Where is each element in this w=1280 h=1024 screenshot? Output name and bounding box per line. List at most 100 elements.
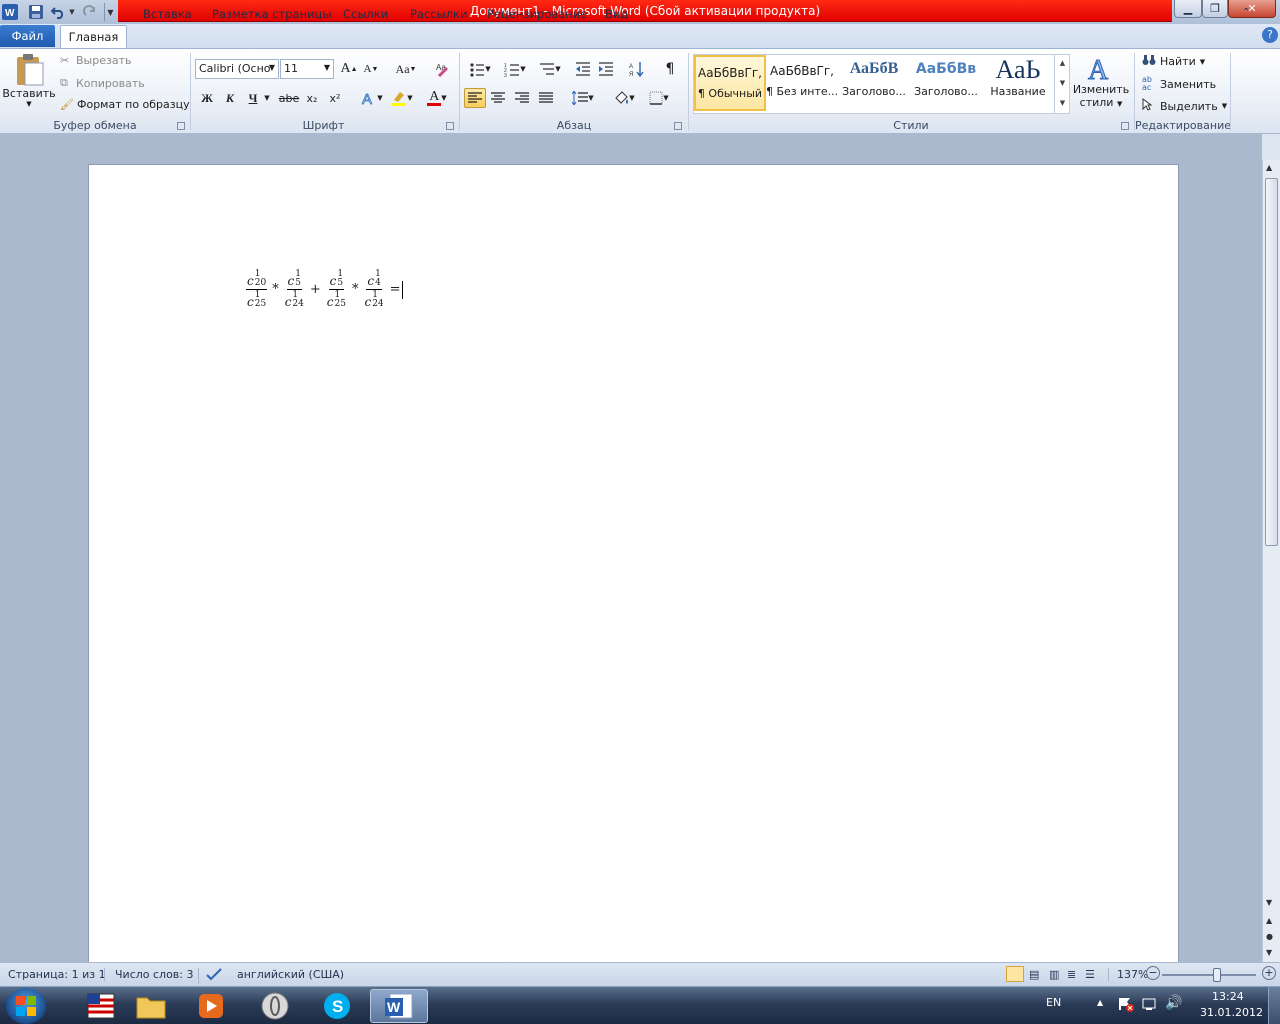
tab-insert[interactable]: Вставка	[143, 4, 192, 24]
borders-button[interactable]: ▼	[644, 88, 674, 108]
paragraph-launcher-icon[interactable]	[674, 122, 682, 130]
volume-icon[interactable]: 🔊	[1165, 995, 1182, 1011]
start-button[interactable]	[6, 988, 46, 1024]
minimize-button[interactable]: ▁	[1174, 0, 1202, 18]
zoom-in-icon[interactable]: +	[1262, 966, 1276, 980]
ruler-toggle-icon[interactable]	[1262, 134, 1280, 160]
scroll-thumb[interactable]	[1265, 178, 1278, 546]
shrink-font-button[interactable]: A ▼	[360, 59, 382, 79]
clipboard-launcher-icon[interactable]	[177, 122, 185, 130]
tab-review[interactable]: Рецензирование	[487, 4, 587, 24]
restore-button[interactable]: ❐	[1202, 0, 1228, 18]
superscript-button[interactable]: x²	[324, 88, 346, 108]
font-color-button[interactable]: A ▼	[423, 88, 451, 108]
decrease-indent-button[interactable]	[572, 59, 594, 79]
next-page-icon[interactable]: ▼	[1266, 948, 1272, 957]
underline-dropdown-icon[interactable]: ▼	[262, 88, 272, 108]
undo-dropdown-icon[interactable]: ▼	[68, 3, 76, 21]
styles-launcher-icon[interactable]	[1121, 122, 1129, 130]
sort-button[interactable]: AЯ	[626, 59, 648, 79]
underline-button[interactable]: Ч	[242, 88, 264, 108]
word-count[interactable]: Число слов: 3	[104, 968, 194, 981]
tab-file[interactable]: Файл	[0, 25, 55, 47]
font-size-combo[interactable]: 11 ▼	[280, 59, 334, 79]
font-family-combo[interactable]: Calibri (Осно ▼	[195, 59, 279, 79]
proofing-icon[interactable]	[198, 968, 223, 984]
browse-object-icon[interactable]: ●	[1266, 932, 1273, 941]
show-hidden-icons-icon[interactable]: ▲	[1097, 998, 1103, 1007]
grow-font-button[interactable]: A ▲	[338, 59, 360, 79]
tab-view[interactable]: Вид	[605, 4, 628, 24]
prev-page-icon[interactable]: ▲	[1266, 916, 1272, 925]
subscript-button[interactable]: x₂	[301, 88, 323, 108]
vertical-scrollbar[interactable]: ▲ ▼ ▲ ● ▼	[1262, 160, 1280, 962]
style-no-spacing[interactable]: АаБбВвГг, ¶ Без инте...	[766, 55, 838, 111]
language-tray[interactable]: EN	[1046, 996, 1061, 1009]
justify-button[interactable]	[535, 88, 557, 108]
word-logo-icon[interactable]: W	[2, 3, 18, 21]
copy-button[interactable]: ⧉ Копировать	[60, 76, 145, 90]
document-area[interactable]: c 1 20 c 1 25 * c15 c 1 24 + c15 c 1 25 * c14 c1…	[0, 134, 1262, 962]
replace-button[interactable]: ab ac Заменить	[1142, 76, 1216, 92]
tab-references[interactable]: Ссылки	[343, 4, 388, 24]
zoom-level[interactable]: 137%	[1108, 968, 1148, 981]
ribbon-minimize-icon[interactable]: ⌃	[1242, 4, 1250, 24]
outline-view-icon[interactable]: ≣	[1067, 968, 1076, 981]
help-icon[interactable]: ?	[1262, 27, 1278, 43]
zoom-slider-thumb[interactable]	[1212, 968, 1221, 982]
select-button[interactable]: Выделить ▼	[1142, 98, 1227, 114]
clock-time[interactable]: 13:24	[1212, 990, 1244, 1003]
language-indicator[interactable]: английский (США)	[237, 968, 344, 981]
multilevel-list-button[interactable]: ▼	[534, 59, 566, 79]
print-layout-view-icon[interactable]	[1006, 966, 1024, 982]
styles-scroll-up-icon[interactable]: ▲	[1055, 54, 1070, 74]
text-effects-button[interactable]: A ▼	[358, 88, 386, 108]
web-layout-view-icon[interactable]: ▥	[1049, 968, 1059, 981]
customize-qat-icon[interactable]: ▼	[104, 3, 116, 21]
align-center-button[interactable]	[487, 88, 509, 108]
shading-button[interactable]: ▼	[608, 88, 640, 108]
clear-formatting-button[interactable]: Aa	[432, 59, 454, 79]
clock-date[interactable]: 31.01.2012	[1200, 1006, 1263, 1019]
taskbar-opera[interactable]	[246, 989, 304, 1023]
tab-home[interactable]: Главная	[60, 25, 127, 48]
page-count[interactable]: Страница: 1 из 1	[8, 968, 106, 981]
zoom-slider[interactable]	[1162, 974, 1256, 976]
format-painter-button[interactable]: 🖌 Формат по образцу	[60, 98, 190, 111]
line-spacing-button[interactable]: ▼	[568, 88, 598, 108]
paste-button[interactable]: Вставить ▼	[2, 53, 56, 113]
increase-indent-button[interactable]	[595, 59, 617, 79]
taskbar-word[interactable]: W	[370, 989, 428, 1023]
equation[interactable]: c 1 20 c 1 25 * c15 c 1 24 + c15 c 1 25 * c14 c1…	[244, 270, 404, 309]
strikethrough-button[interactable]: abe	[278, 88, 300, 108]
draft-view-icon[interactable]: ☰	[1085, 968, 1095, 981]
font-launcher-icon[interactable]	[446, 122, 454, 130]
tab-page-layout[interactable]: Разметка страницы	[212, 4, 331, 24]
redo-icon[interactable]	[82, 3, 98, 21]
scroll-up-icon[interactable]: ▲	[1266, 163, 1272, 172]
style-normal[interactable]: АаБбВвГг, ¶ Обычный	[694, 55, 766, 111]
align-left-button[interactable]	[464, 88, 486, 108]
action-center-icon[interactable]	[1118, 996, 1134, 1015]
styles-more-icon[interactable]: ▼	[1055, 94, 1070, 114]
full-screen-view-icon[interactable]: ▤	[1029, 968, 1039, 981]
save-icon[interactable]	[28, 3, 44, 21]
network-icon[interactable]	[1142, 996, 1158, 1015]
italic-button[interactable]: К	[219, 88, 241, 108]
style-heading-2[interactable]: АаБбВв Заголово...	[910, 55, 982, 111]
bullets-button[interactable]: ▼	[464, 59, 496, 79]
close-button[interactable]: ✕	[1228, 0, 1276, 18]
document-page[interactable]: c 1 20 c 1 25 * c15 c 1 24 + c15 c 1 25 * c14 c1…	[88, 164, 1179, 962]
scroll-down-icon[interactable]: ▼	[1266, 898, 1272, 907]
taskbar-skype[interactable]: S	[308, 989, 366, 1023]
cut-button[interactable]: ✂ Вырезать	[60, 54, 131, 67]
change-case-button[interactable]: Aa ▼	[392, 59, 420, 79]
highlight-button[interactable]: ▼	[388, 88, 416, 108]
bold-button[interactable]: Ж	[196, 88, 218, 108]
taskbar-media-player[interactable]	[182, 989, 240, 1023]
style-title[interactable]: АаЬ Название	[982, 55, 1054, 111]
tab-mailings[interactable]: Рассылки	[410, 4, 467, 24]
change-styles-button[interactable]: A Изменить стили ▼	[1072, 53, 1130, 110]
styles-scroll-down-icon[interactable]: ▼	[1055, 74, 1070, 94]
zoom-out-icon[interactable]: −	[1146, 966, 1160, 980]
